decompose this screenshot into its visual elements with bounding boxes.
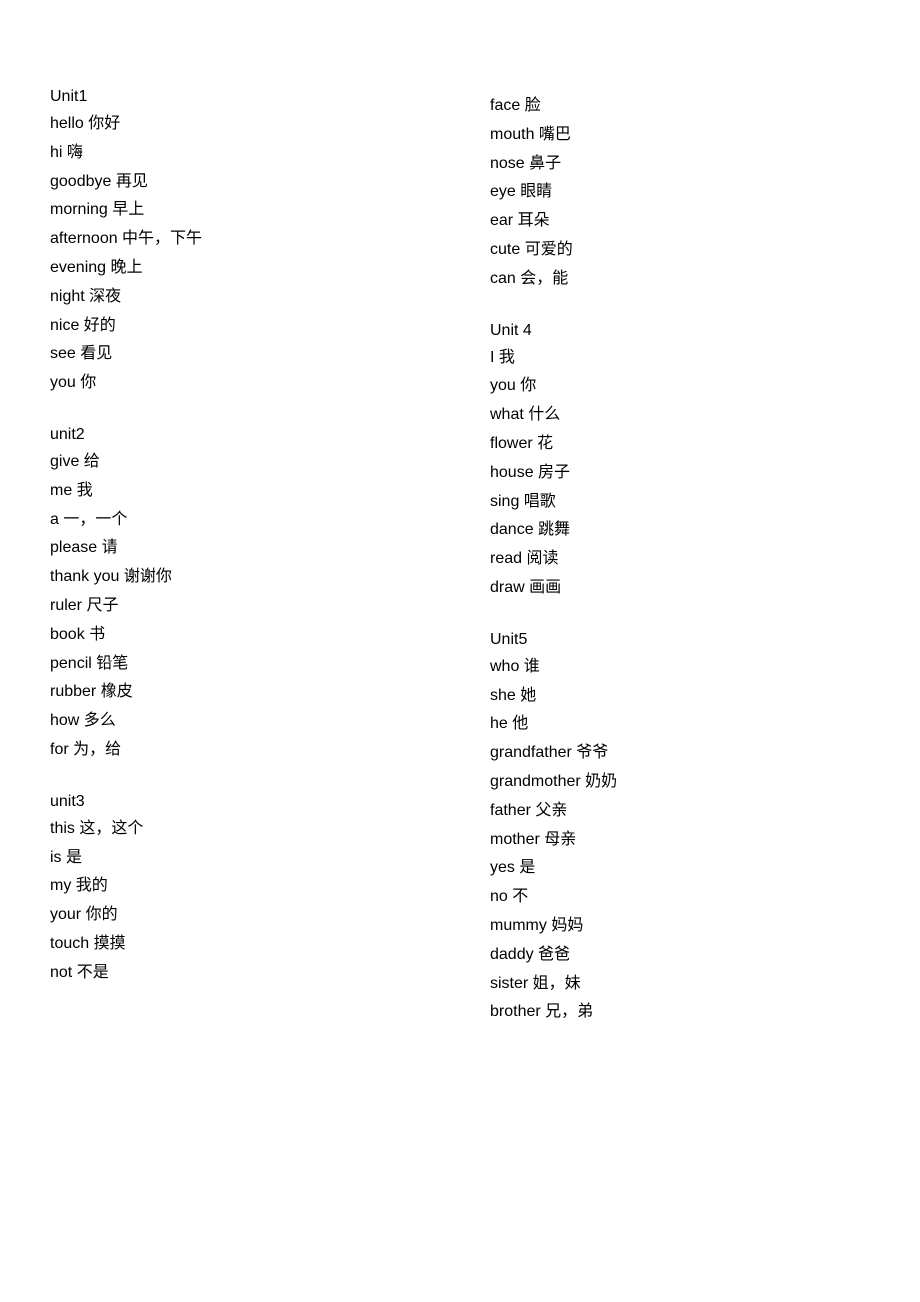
vocab-item: daddy 爸爸: [490, 941, 870, 970]
vocab-item: can 会，能: [490, 265, 870, 294]
vocab-item: give 给: [50, 448, 430, 477]
vocab-item: thank you 谢谢你: [50, 563, 430, 592]
vocab-item: how 多么: [50, 707, 430, 736]
vocab-item: see 看见: [50, 340, 430, 369]
vocab-item: flower 花: [490, 430, 870, 459]
vocab-item: me 我: [50, 477, 430, 506]
vocab-item: mouth 嘴巴: [490, 121, 870, 150]
unit-heading-right-1: Unit 4: [490, 322, 870, 340]
vocab-item: sing 唱歌: [490, 488, 870, 517]
unit-heading-left-2: unit3: [50, 793, 430, 811]
vocab-item: face 脸: [490, 92, 870, 121]
vocab-item: touch 摸摸: [50, 930, 430, 959]
vocab-item: mummy 妈妈: [490, 912, 870, 941]
vocab-item: my 我的: [50, 872, 430, 901]
unit-heading-left-0: Unit1: [50, 88, 430, 106]
vocab-item: hello 你好: [50, 110, 430, 139]
vocab-item: you 你: [490, 372, 870, 401]
vocab-item: your 你的: [50, 901, 430, 930]
vocab-item: goodbye 再见: [50, 168, 430, 197]
vocab-item: he 他: [490, 710, 870, 739]
vocab-item: draw 画画: [490, 574, 870, 603]
vocab-item: eye 眼睛: [490, 178, 870, 207]
unit-heading-left-1: unit2: [50, 426, 430, 444]
vocab-item: this 这，这个: [50, 815, 430, 844]
vocab-item: grandfather 爷爷: [490, 739, 870, 768]
vocab-item: read 阅读: [490, 545, 870, 574]
vocab-item: you 你: [50, 369, 430, 398]
unit-heading-right-2: Unit5: [490, 631, 870, 649]
vocab-item: house 房子: [490, 459, 870, 488]
vocab-item: nice 好的: [50, 312, 430, 341]
vocab-item: for 为，给: [50, 736, 430, 765]
vocab-item: not 不是: [50, 959, 430, 988]
vocab-item: is 是: [50, 844, 430, 873]
vocab-item: book 书: [50, 621, 430, 650]
vocab-item: dance 跳舞: [490, 516, 870, 545]
vocab-item: night 深夜: [50, 283, 430, 312]
vocab-item: morning 早上: [50, 196, 430, 225]
vocab-item: evening 晚上: [50, 254, 430, 283]
vocab-item: ruler 尺子: [50, 592, 430, 621]
vocab-item: grandmother 奶奶: [490, 768, 870, 797]
vocab-item: sister 姐，妹: [490, 970, 870, 999]
vocab-item: afternoon 中午，下午: [50, 225, 430, 254]
vocab-item: I 我: [490, 344, 870, 373]
vocab-item: a 一，一个: [50, 506, 430, 535]
vocab-item: yes 是: [490, 854, 870, 883]
left-column: Unit1 hello 你好hi 嗨goodbye 再见morning 早上aft…: [50, 60, 460, 1027]
vocab-item: father 父亲: [490, 797, 870, 826]
vocab-item: rubber 橡皮: [50, 678, 430, 707]
vocab-item: nose 鼻子: [490, 150, 870, 179]
vocab-item: hi 嗨: [50, 139, 430, 168]
vocab-item: pencil 铅笔: [50, 650, 430, 679]
vocab-item: she 她: [490, 682, 870, 711]
vocab-item: mother 母亲: [490, 826, 870, 855]
vocab-item: cute 可爱的: [490, 236, 870, 265]
vocab-item: brother 兄，弟: [490, 998, 870, 1027]
right-column: face 脸mouth 嘴巴nose 鼻子eye 眼睛ear 耳朵cute 可爱…: [460, 60, 870, 1027]
main-content: Unit1 hello 你好hi 嗨goodbye 再见morning 早上aft…: [50, 60, 870, 1027]
vocab-item: please 请: [50, 534, 430, 563]
vocab-item: ear 耳朵: [490, 207, 870, 236]
vocab-item: what 什么: [490, 401, 870, 430]
vocab-item: who 谁: [490, 653, 870, 682]
vocab-item: no 不: [490, 883, 870, 912]
